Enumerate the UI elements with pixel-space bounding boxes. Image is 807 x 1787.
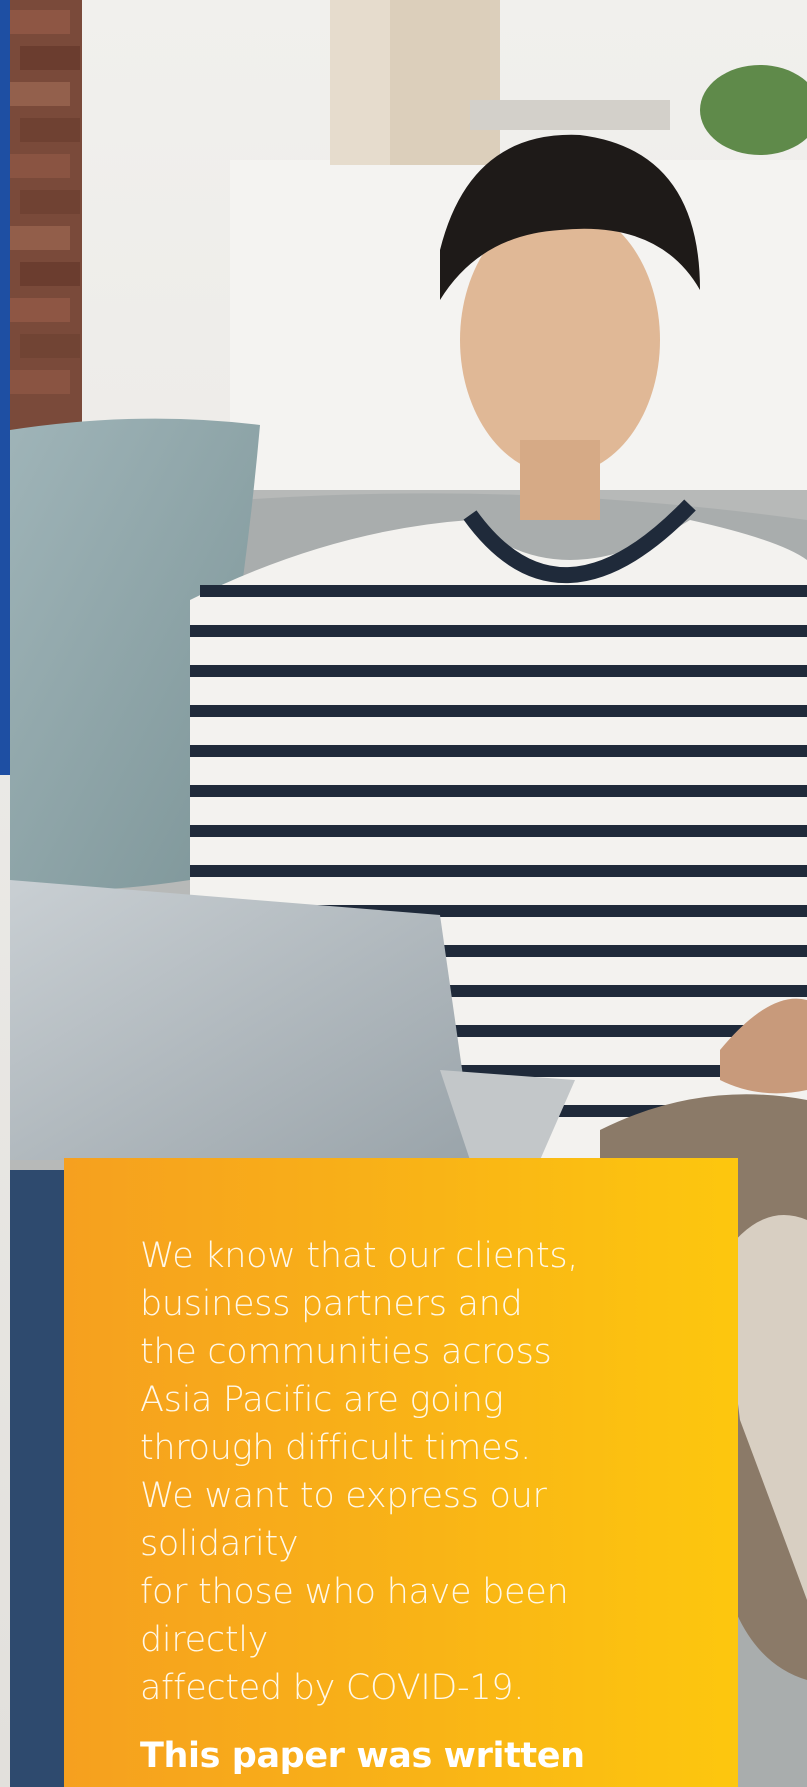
card-body-text: We know that our clients, business partn… bbox=[140, 1236, 579, 1708]
books bbox=[470, 100, 670, 130]
card-emphasis-text: This paper was written in an effort to p… bbox=[140, 1736, 651, 1787]
page: We know that our clients, business partn… bbox=[0, 0, 807, 1787]
jeans bbox=[10, 1170, 64, 1787]
binder bbox=[390, 0, 500, 165]
message-card: We know that our clients, business partn… bbox=[64, 1158, 738, 1787]
brick-wall bbox=[10, 0, 82, 430]
accent-bar bbox=[0, 0, 10, 775]
binder bbox=[330, 0, 390, 165]
